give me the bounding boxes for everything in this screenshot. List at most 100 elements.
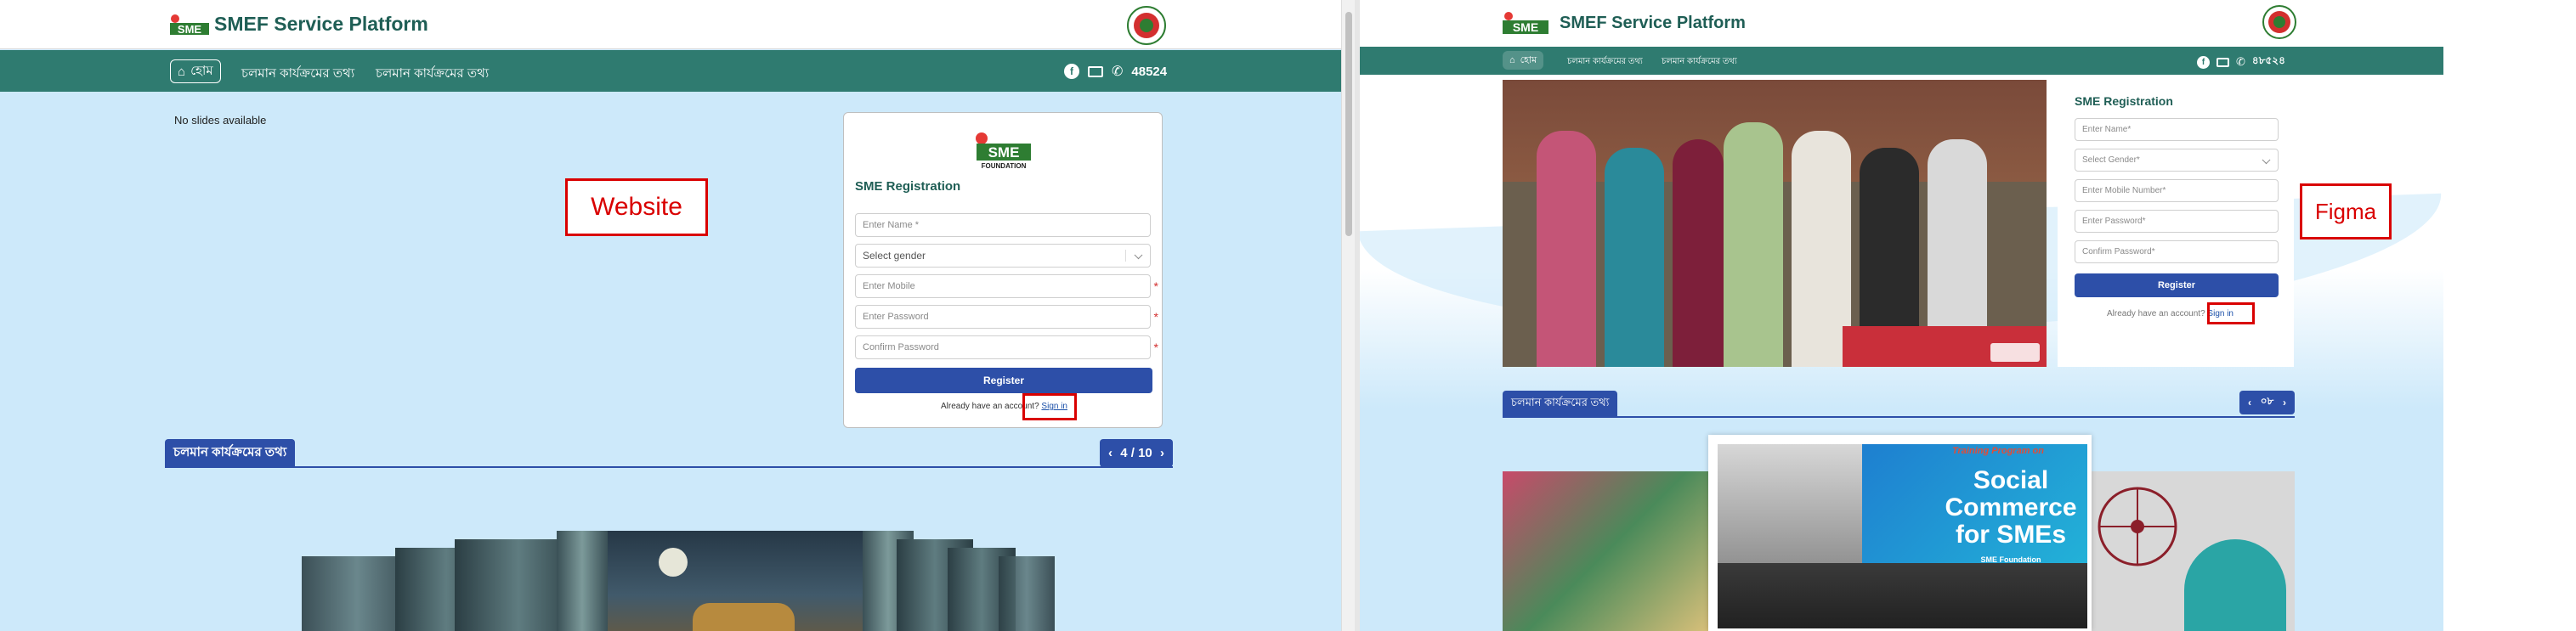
password-input[interactable]: Enter Password * <box>855 305 1158 329</box>
facebook-icon[interactable]: f <box>2197 55 2210 69</box>
curtain-left <box>557 531 608 631</box>
hero-slide-photo[interactable] <box>1503 80 2047 367</box>
gender-placeholder: Select gender <box>863 250 926 262</box>
scrollbar-thumb[interactable] <box>1345 12 1352 236</box>
circus-tent <box>2184 539 2286 631</box>
carousel-card-right[interactable] <box>2082 471 2295 631</box>
photo-person <box>1537 131 1596 367</box>
gender-select[interactable]: Select Gender* <box>2075 149 2279 172</box>
confirm-placeholder: Confirm Password* <box>2082 247 2155 256</box>
name-input[interactable]: Enter Name* <box>2075 118 2279 141</box>
mobile-placeholder: Enter Mobile Number* <box>2082 186 2166 195</box>
banner-social: Social <box>1973 466 2049 494</box>
confirm-placeholder: Confirm Password <box>863 342 939 352</box>
nav-link-ongoing-2[interactable]: চলমান কার্যক্রমের তথ্য <box>1662 55 1737 70</box>
phone-icon[interactable]: ✆ <box>2236 55 2245 69</box>
nav-link-ongoing-2[interactable]: চলমান কার্যক্রমের তথ্য <box>376 64 489 85</box>
carousel-pager: ‹ 4 / 10 › <box>1100 439 1173 467</box>
training-banner: Training Program on Social Commerce for … <box>1862 444 2087 580</box>
nav-contact: f ✆ ৪৮৫২৪ <box>2197 54 2285 70</box>
section-underline <box>1503 416 2295 418</box>
signin-highlight <box>2207 302 2255 324</box>
name-placeholder: Enter Name* <box>2082 125 2132 134</box>
chevron-down-icon[interactable] <box>1134 251 1143 260</box>
select-separator <box>1125 250 1126 262</box>
photo-person <box>1605 148 1664 367</box>
nav-link-ongoing-1[interactable]: চলমান কার্যক্রমের তথ্য <box>241 64 354 85</box>
sme-foundation-logo-icon: SME FOUNDATION <box>976 132 1031 170</box>
registration-title: SME Registration <box>855 179 961 194</box>
figma-panel: SME SMEF Service Platform ⌂ হোম চলমান কা… <box>1360 0 2443 631</box>
gender-select[interactable]: Select gender <box>855 244 1151 268</box>
carousel-card-left[interactable] <box>1503 471 1711 631</box>
carousel-images[interactable] <box>302 531 1055 631</box>
required-mark: * <box>1153 341 1158 354</box>
carousel-card-active[interactable]: Training Program on Social Commerce for … <box>1708 435 2092 631</box>
gender-placeholder: Select Gender* <box>2082 155 2140 165</box>
platform-title[interactable]: SMEF Service Platform <box>214 13 428 36</box>
nav-contact: f ✆ 48524 <box>1064 63 1167 80</box>
ferris-wheel-icon <box>2098 487 2177 566</box>
photo-person <box>1724 122 1783 367</box>
training-photo: Training Program on Social Commerce for … <box>1718 444 2087 628</box>
section-title: চলমান কার্যক্রমের তথ্য <box>165 439 296 467</box>
website-panel: SME SMEF Service Platform ⌂ হোম চলমান কা… <box>0 0 1341 631</box>
nav-home-label: হোম <box>1520 54 1537 65</box>
mobile-input[interactable]: Enter Mobile * <box>855 274 1158 298</box>
sme-logo-icon[interactable]: SME <box>1503 10 1548 37</box>
svg-text:SME: SME <box>178 23 202 36</box>
home-icon: ⌂ <box>178 64 186 79</box>
govt-emblem-icon <box>1127 6 1166 45</box>
svg-text:SME: SME <box>1513 20 1538 34</box>
confirm-password-input[interactable]: Confirm Password * <box>855 335 1158 359</box>
nav-home[interactable]: ⌂ হোম <box>170 59 221 83</box>
platform-title[interactable]: SMEF Service Platform <box>1560 14 1746 33</box>
carousel-slide-active[interactable] <box>557 531 914 631</box>
mobile-input[interactable]: Enter Mobile Number* <box>2075 179 2279 202</box>
figma-nav: ⌂ হোম চলমান কার্যক্রমের তথ্য চলমান কার্য… <box>1360 47 2443 75</box>
required-mark: * <box>1153 310 1158 324</box>
banner-commerce: Commerce <box>1945 493 2077 521</box>
nav-link-ongoing-1[interactable]: চলমান কার্যক্রমের তথ্য <box>1567 55 1643 70</box>
password-input[interactable]: Enter Password* <box>2075 210 2279 233</box>
already-label: Already have an account? <box>2107 309 2205 318</box>
chevron-left-icon[interactable]: ‹ <box>1108 446 1112 460</box>
site-header: SME SMEF Service Platform <box>0 0 1341 49</box>
slide-indicator[interactable] <box>1990 343 2040 362</box>
nav-home[interactable]: ⌂ হোম <box>1503 51 1544 70</box>
photo-person <box>1673 139 1724 367</box>
section-title: চলমান কার্যক্রমের তথ্য <box>1503 391 1618 416</box>
required-mark: * <box>1153 279 1158 293</box>
carousel-slide[interactable] <box>999 556 1055 631</box>
facebook-icon[interactable]: f <box>1064 64 1079 79</box>
chevron-down-icon[interactable] <box>2262 155 2271 164</box>
confirm-password-input[interactable]: Confirm Password* <box>2075 240 2279 263</box>
chevron-left-icon[interactable]: ‹ <box>2248 397 2251 408</box>
chevron-right-icon[interactable]: › <box>2283 397 2286 408</box>
phone-number: 48524 <box>1131 64 1168 79</box>
mail-icon[interactable] <box>1088 65 1103 77</box>
nav-home-label: হোম <box>190 63 213 78</box>
registration-title: SME Registration <box>2075 94 2173 108</box>
computer-desks <box>1718 563 2087 628</box>
no-slides-text: No slides available <box>174 114 267 127</box>
name-placeholder: Enter Name * <box>863 220 920 230</box>
sme-logo-icon[interactable]: SME <box>170 13 209 38</box>
section-underline <box>165 466 1173 468</box>
pager-count: 4 / 10 <box>1120 446 1152 460</box>
password-placeholder: Enter Password* <box>2082 217 2146 226</box>
chevron-right-icon[interactable]: › <box>1160 446 1164 460</box>
home-icon: ⌂ <box>1509 55 1515 65</box>
register-button[interactable]: Register <box>2075 273 2279 297</box>
phone-icon[interactable]: ✆ <box>1112 63 1123 80</box>
page-scrollbar[interactable] <box>1341 0 1355 631</box>
carousel-pager: ‹ ০৮ › <box>2239 391 2295 414</box>
name-input[interactable]: Enter Name * <box>855 213 1151 237</box>
register-button[interactable]: Register <box>855 368 1152 393</box>
mobile-placeholder: Enter Mobile <box>863 281 915 291</box>
telescope-icon <box>693 603 795 631</box>
mail-icon[interactable] <box>2216 57 2229 67</box>
svg-text:FOUNDATION: FOUNDATION <box>982 162 1027 170</box>
phone-number: ৪৮৫২৪ <box>2251 54 2285 66</box>
annotation-website: Website <box>565 178 708 236</box>
